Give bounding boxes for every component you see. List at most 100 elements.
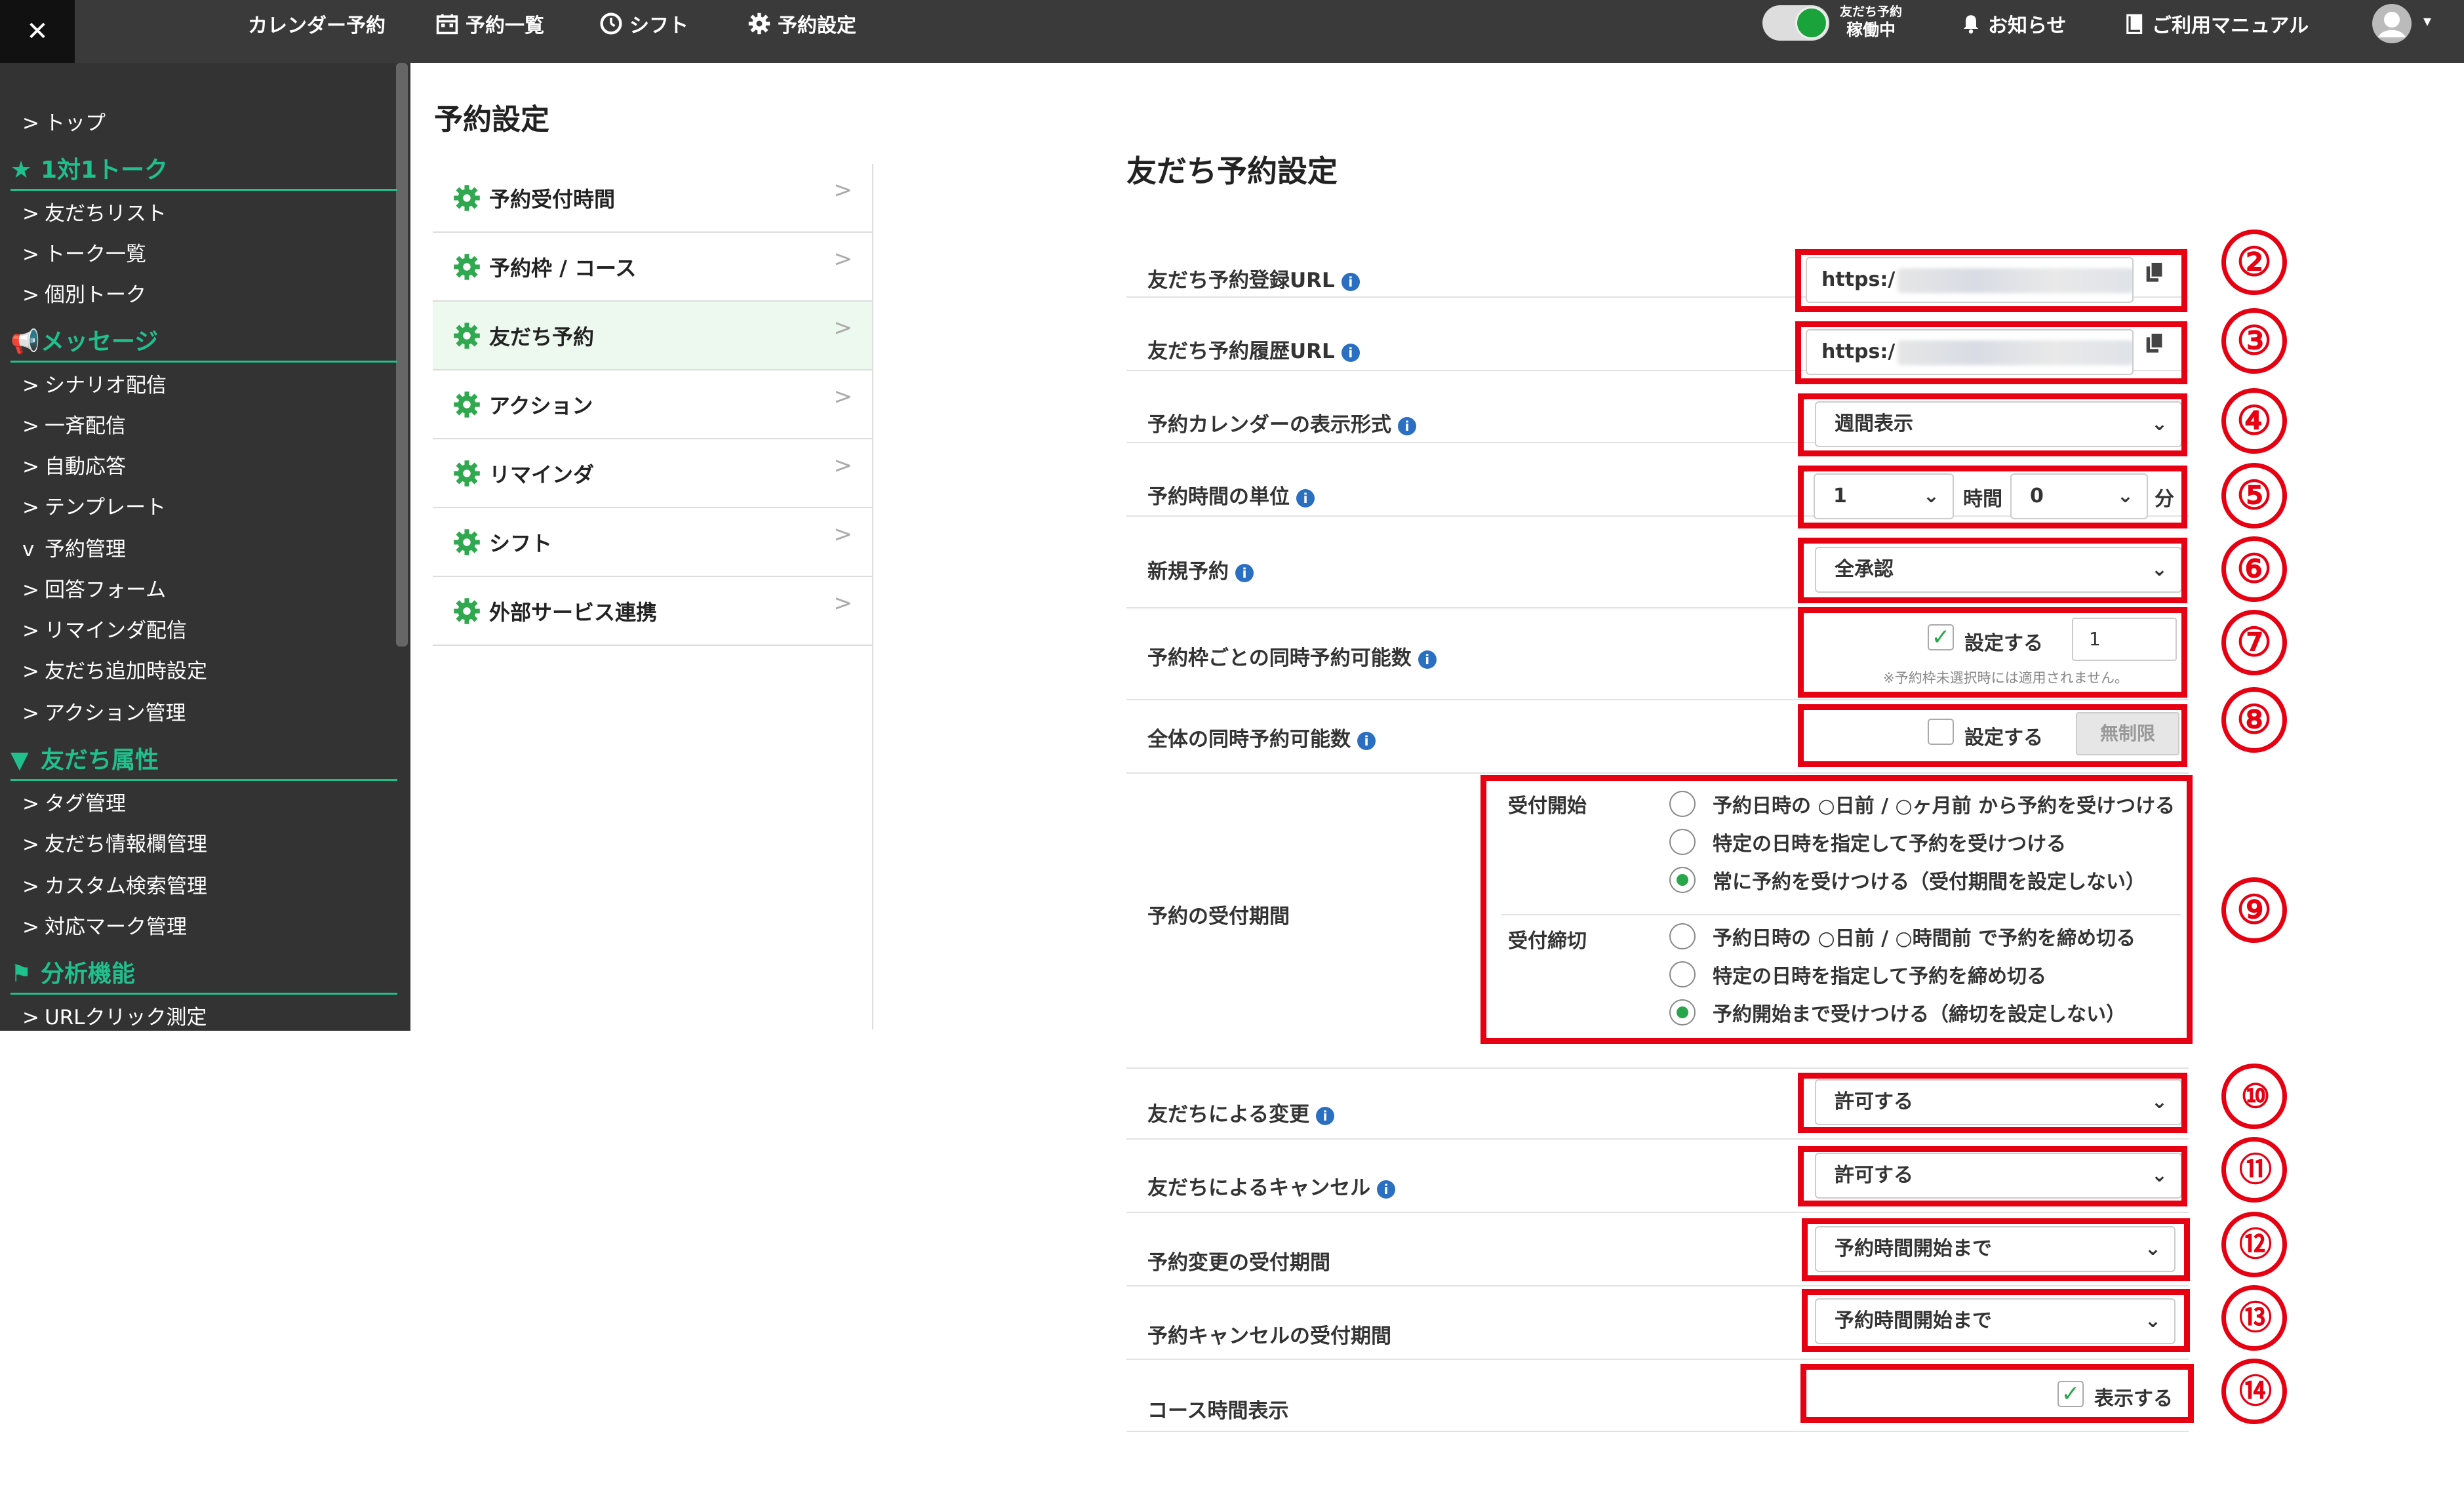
sidebar-item-label: タグ管理 [45,792,126,816]
sidebar-item-label: テンプレート [45,496,167,519]
row-label: 予約の受付期間 [1147,905,1290,928]
sidebar-section-5[interactable]: 📢メッセージ [10,323,397,363]
sidebar-item-9[interactable]: > テンプレート [22,490,166,520]
sidebar-section-1[interactable]: ★ 1対1トーク [10,151,397,191]
close-button[interactable]: ✕ [0,0,75,63]
marker-10: ⑩ [2221,1064,2287,1129]
info-icon[interactable]: i [1418,650,1437,669]
row-label: 予約カレンダーの表示形式 i [1147,408,1416,437]
sidebar-item-label: URLクリック測定 [45,1006,207,1029]
submenu-item-0[interactable]: 予約受付時間 > [433,164,872,233]
row-label-text: 友だちによるキャンセル [1147,1176,1371,1200]
notice-button[interactable]: お知らせ [1960,0,2066,47]
sidebar-section-15[interactable]: ▼ 友だち属性 [10,741,397,781]
chevron-right-icon: > [833,452,853,479]
row-label-text: 友だち予約履歴URL [1147,340,1335,363]
booking-active-toggle[interactable] [1762,5,1829,41]
highlight-box [1800,1364,2194,1423]
submenu-item-2[interactable]: 友だち予約 > [433,302,872,370]
info-icon[interactable]: i [1377,1180,1396,1199]
row-label-text: 予約カレンダーの表示形式 [1147,413,1391,437]
section-icon: ▼ [10,747,29,774]
highlight-box [1802,1289,2190,1352]
sidebar-section-20[interactable]: ⚑ 分析機能 [10,955,397,995]
sidebar-item-label: 自動応答 [45,455,126,479]
chevron-right-icon: > [22,414,39,438]
sidebar-item-0[interactable]: > トップ [22,106,106,136]
submenu-item-label: 外部サービス連携 [489,599,658,625]
sidebar-item-13[interactable]: > 友だち追加時設定 [22,654,207,684]
nav-shift[interactable]: シフト [599,0,688,47]
row-label-text: 予約枠ごとの同時予約可能数 [1147,647,1412,670]
sidebar-item-label: メッセージ [41,328,159,355]
sidebar-item-21[interactable]: > URLクリック測定 [22,1001,207,1030]
chevron-right-icon: > [22,202,39,226]
gear-icon [454,391,480,418]
user-menu[interactable]: ▾ [2372,3,2444,45]
highlight-box [1798,538,2187,603]
sidebar-scrollbar[interactable] [396,63,408,647]
sidebar-item-label: アクション管理 [45,702,186,725]
nav-booking-list[interactable]: 予約一覧 [435,0,544,47]
highlight-box [1798,704,2187,767]
sidebar-item-17[interactable]: > 友だち情報欄管理 [22,827,207,857]
nav-label: 予約設定 [778,14,856,37]
book-icon [2126,14,2143,34]
info-icon[interactable]: i [1341,343,1360,362]
info-icon[interactable]: i [1296,488,1315,508]
chevron-right-icon: > [22,111,39,135]
marker-11: ⑪ [2221,1137,2287,1203]
info-icon[interactable]: i [1398,416,1416,435]
submenu-item-6[interactable]: 外部サービス連携 > [433,577,872,646]
submenu-item-1[interactable]: 予約枠 / コース > [433,233,872,302]
sidebar-item-2[interactable]: > 友だちリスト [22,197,167,226]
sidebar-item-7[interactable]: > 一斉配信 [22,409,126,439]
bell-icon [1963,15,1979,34]
sidebar-item-label: トップ [45,111,106,135]
manual-button[interactable]: ご利用マニュアル [2124,0,2309,47]
submenu-item-label: 予約枠 / コース [489,255,637,281]
row-label: 友だちによる変更 i [1147,1098,1335,1127]
info-icon[interactable]: i [1357,731,1376,750]
submenu-item-label: リマインダ [489,462,595,487]
chevron-right-icon: > [22,915,39,939]
sidebar-item-label: トーク一覧 [45,243,146,266]
nav-booking-settings[interactable]: 予約設定 [747,0,856,47]
row-label: 友だち予約履歴URL i [1147,334,1360,364]
sidebar-item-8[interactable]: > 自動応答 [22,450,126,479]
submenu-item-4[interactable]: リマインダ > [433,439,872,508]
sidebar-item-6[interactable]: > シナリオ配信 [22,368,167,398]
nav-calendar-booking[interactable]: カレンダー予約 [248,0,386,47]
sidebar-item-label: 予約管理 [45,538,126,561]
info-icon[interactable]: i [1316,1106,1335,1125]
gear-icon [454,528,480,555]
row-label-text: 全体の同時予約可能数 [1147,728,1351,751]
toggle-label-line2: 稼働中 [1846,20,1896,39]
sidebar-item-4[interactable]: > 個別トーク [22,278,146,308]
nav-label: カレンダー予約 [248,14,386,37]
info-icon[interactable]: i [1341,272,1360,291]
sidebar-item-10[interactable]: v 予約管理 [22,532,126,562]
sidebar-item-label: 分析機能 [41,961,136,987]
sidebar-item-label: カスタム検索管理 [45,875,207,898]
submenu-item-5[interactable]: シフト > [433,508,872,577]
sidebar-item-11[interactable]: > 回答フォーム [22,573,166,603]
info-icon[interactable]: i [1235,563,1254,582]
submenu-item-3[interactable]: アクション > [433,370,872,439]
sidebar-item-12[interactable]: > リマインダ配信 [22,614,187,643]
row-label: 予約枠ごとの同時予約可能数 i [1147,641,1437,671]
sidebar-item-14[interactable]: > アクション管理 [22,696,186,726]
highlight-box [1798,607,2187,698]
sidebar-item-3[interactable]: > トーク一覧 [22,237,146,267]
chevron-right-icon: > [22,243,39,266]
sidebar-item-label: 友だち情報欄管理 [45,833,207,856]
gear-icon [748,12,770,35]
page-title: 予約設定 [434,103,549,136]
sidebar-item-19[interactable]: > 対応マーク管理 [22,910,187,940]
chevron-right-icon: > [22,374,39,397]
sidebar-item-18[interactable]: > カスタム検索管理 [22,869,207,899]
highlight-box [1480,775,2193,1044]
row-label: 友だちによるキャンセル i [1147,1171,1396,1201]
sidebar-item-16[interactable]: > タグ管理 [22,787,126,816]
chevron-right-icon: > [22,496,39,519]
